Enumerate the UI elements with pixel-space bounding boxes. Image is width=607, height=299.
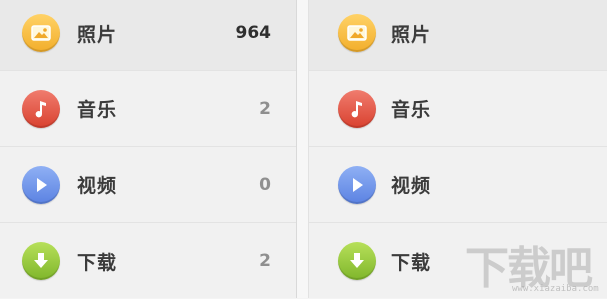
photo-icon <box>22 14 60 52</box>
sidebar-item-photos[interactable]: 照片 964 <box>0 0 296 71</box>
item-count: 964 <box>235 23 272 43</box>
photo-icon <box>338 14 376 52</box>
sidebar-item-photos[interactable]: 照片 <box>309 0 607 71</box>
music-note-icon <box>338 89 376 128</box>
left-media-sidebar: 照片 964 音乐 2 视频 0 下载 2 <box>0 0 297 298</box>
download-arrow-icon <box>22 242 60 280</box>
sidebar-item-label: 下载 <box>391 251 432 274</box>
sidebar-item-video[interactable]: 视频 0 <box>0 147 296 223</box>
play-icon <box>338 165 376 204</box>
sidebar-item-label: 视频 <box>391 175 432 197</box>
sidebar-item-music[interactable]: 音乐 2 <box>0 71 296 147</box>
sidebar-item-download[interactable]: 下载 2 <box>0 223 296 299</box>
sidebar-item-video[interactable]: 视频 <box>309 147 607 223</box>
music-note-icon <box>22 89 60 128</box>
sidebar-item-label: 音乐 <box>77 99 118 121</box>
sidebar-item-label: 照片 <box>391 23 432 46</box>
sidebar-item-label: 照片 <box>77 23 118 46</box>
item-count: 2 <box>259 98 271 119</box>
panel-divider <box>297 0 309 298</box>
watermark-url: www.xiazaiba.com <box>512 284 599 294</box>
item-count: 2 <box>259 251 271 271</box>
download-arrow-icon <box>338 242 376 280</box>
sidebar-item-label: 音乐 <box>391 99 432 121</box>
play-icon <box>22 165 60 204</box>
sidebar-item-music[interactable]: 音乐 <box>309 71 607 147</box>
item-count: 0 <box>259 174 271 195</box>
sidebar-item-label: 下载 <box>77 251 118 274</box>
sidebar-item-label: 视频 <box>77 175 118 197</box>
